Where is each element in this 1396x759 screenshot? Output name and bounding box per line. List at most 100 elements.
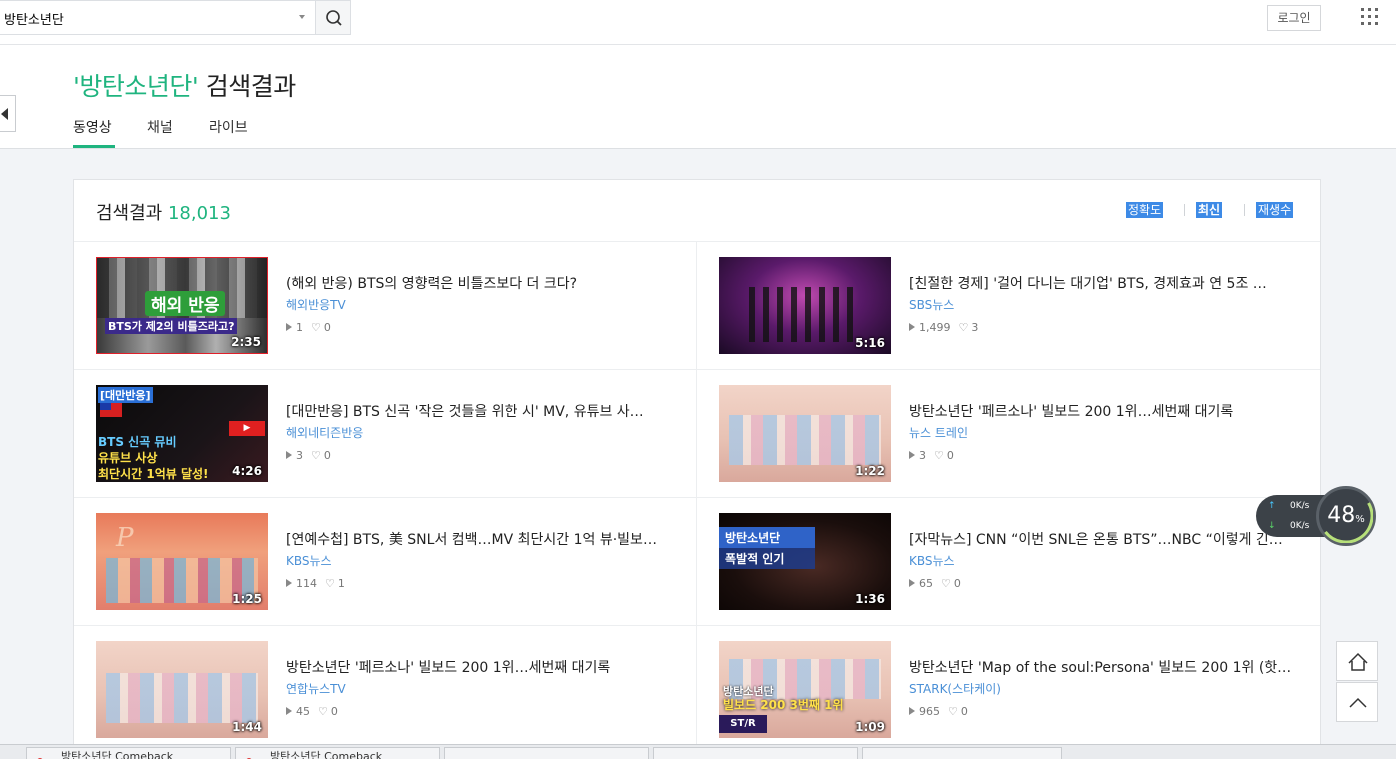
sort-accuracy[interactable]: 정확도 xyxy=(1126,202,1164,218)
thumbnail-caption: 방탄소년단 xyxy=(719,527,815,548)
video-thumbnail[interactable]: 해외 반응 BTS가 제2의 비틀즈라고? 2:35 xyxy=(96,257,268,354)
dropdown-caret-icon[interactable] xyxy=(299,15,305,19)
video-item[interactable]: 5:16 [친절한 경제] '걸어 다니는 대기업' BTS, 경제효과 연 5… xyxy=(719,257,1319,355)
like-count: 0 xyxy=(960,705,968,718)
heart-icon: ♡ xyxy=(311,321,321,334)
gauge-unit: % xyxy=(1355,514,1365,525)
video-thumbnail[interactable]: 방탄소년단 폭발적 인기 1:36 xyxy=(719,513,891,610)
taskbar-tab[interactable]: 방탄소년단 Comeback xyxy=(235,747,440,759)
video-channel[interactable]: STARK(스타케이) xyxy=(909,680,1001,697)
video-item[interactable]: P 1:25 [연예수첩] BTS, 美 SNL서 컴백…MV 최단시간 1억 … xyxy=(96,513,696,611)
video-channel[interactable]: SBS뉴스 xyxy=(909,296,954,313)
title-suffix: 검색결과 xyxy=(198,72,297,101)
search-box xyxy=(0,0,316,35)
video-item[interactable]: 방탄소년단 빌보드 200 3번째 1위 ST/R 1:09 방탄소년단 'Ma… xyxy=(719,641,1319,739)
video-title[interactable]: 방탄소년단 '페르소나' 빌보드 200 1위…세번째 대기록 xyxy=(909,401,1309,421)
search-header: '방탄소년단' 검색결과 동영상 채널 라이브 xyxy=(0,45,1396,149)
video-duration: 1:25 xyxy=(232,592,262,606)
chevron-up-icon xyxy=(1349,697,1367,708)
play-icon xyxy=(286,579,292,587)
play-icon xyxy=(909,707,915,715)
play-count: 45 xyxy=(296,705,310,718)
video-title[interactable]: [연예수첩] BTS, 美 SNL서 컴백…MV 최단시간 1억 뷰·빌보… xyxy=(286,529,686,549)
video-channel[interactable]: 뉴스 트레인 xyxy=(909,424,968,441)
video-stats: 965 ♡ 0 xyxy=(909,705,968,718)
video-channel[interactable]: 해외네티즌반응 xyxy=(286,424,363,441)
home-button[interactable] xyxy=(1336,641,1378,681)
apps-grid-icon[interactable] xyxy=(1361,8,1379,26)
tab-video[interactable]: 동영상 xyxy=(73,117,112,137)
video-item[interactable]: 방탄소년단 폭발적 인기 1:36 [자막뉴스] CNN “이번 SNL은 온통… xyxy=(719,513,1319,611)
video-stats: 3 ♡ 0 xyxy=(286,449,331,462)
video-title[interactable]: [대만반응] BTS 신곡 '작은 것들을 위한 시' MV, 유튜브 사… xyxy=(286,401,686,421)
video-channel[interactable]: 연합뉴스TV xyxy=(286,680,346,697)
tab-live[interactable]: 라이브 xyxy=(209,117,248,137)
video-title[interactable]: (해외 반응) BTS의 영향력은 비틀즈보다 더 크다? xyxy=(286,273,686,293)
taskbar-tab[interactable] xyxy=(653,747,858,759)
heart-icon: ♡ xyxy=(325,577,335,590)
browser-taskbar: 방탄소년단 Comeback 방탄소년단 Comeback xyxy=(0,744,1396,759)
sidebar-toggle-button[interactable] xyxy=(0,95,16,132)
video-item[interactable]: 1:22 방탄소년단 '페르소나' 빌보드 200 1위…세번째 대기록 뉴스 … xyxy=(719,385,1319,483)
login-button[interactable]: 로그인 xyxy=(1267,5,1321,31)
scroll-top-button[interactable] xyxy=(1336,682,1378,722)
play-icon xyxy=(286,451,292,459)
divider xyxy=(74,497,1320,498)
like-count: 0 xyxy=(323,449,331,462)
video-channel[interactable]: KBS뉴스 xyxy=(286,552,332,569)
tab-channel[interactable]: 채널 xyxy=(147,117,173,137)
broadcaster-logo-icon: ST/R xyxy=(719,715,767,733)
video-channel[interactable]: KBS뉴스 xyxy=(909,552,955,569)
video-thumbnail[interactable]: 1:22 xyxy=(719,385,891,482)
play-count: 3 xyxy=(296,449,303,462)
thumbnail-caption: 폭발적 인기 xyxy=(719,548,815,569)
heart-icon: ♡ xyxy=(958,321,969,334)
memory-gauge[interactable]: 48% xyxy=(1316,486,1376,546)
taskbar-tab[interactable]: 방탄소년단 Comeback xyxy=(26,747,231,759)
divider xyxy=(74,369,1320,370)
video-stats: 65 ♡ 0 xyxy=(909,577,961,590)
video-title[interactable]: 방탄소년단 'Map of the soul:Persona' 빌보드 200 … xyxy=(909,657,1309,677)
taskbar-tab[interactable] xyxy=(862,747,1062,759)
video-thumbnail[interactable]: [대만반응] ▶ BTS 신곡 뮤비 유튜브 사상 최단시간 1억뷰 달성! 4… xyxy=(96,385,268,482)
taskbar-tab[interactable] xyxy=(444,747,649,759)
video-thumbnail[interactable]: 5:16 xyxy=(719,257,891,354)
play-icon xyxy=(909,451,915,459)
video-thumbnail[interactable]: 1:44 xyxy=(96,641,268,738)
video-stats: 114 ♡ 1 xyxy=(286,577,345,590)
video-duration: 1:36 xyxy=(855,592,885,606)
video-title[interactable]: [자막뉴스] CNN “이번 SNL은 온통 BTS”…NBC “이렇게 긴… xyxy=(909,529,1309,549)
download-speed: 0K/s xyxy=(1290,521,1310,531)
sort-latest[interactable]: 최신 xyxy=(1196,202,1223,218)
like-count: 3 xyxy=(971,321,979,334)
video-duration: 1:22 xyxy=(855,464,885,478)
video-duration: 1:44 xyxy=(232,720,262,734)
video-title[interactable]: 방탄소년단 '페르소나' 빌보드 200 1위…세번째 대기록 xyxy=(286,657,686,677)
video-stats: 3 ♡ 0 xyxy=(909,449,954,462)
video-stats: 1 ♡ 0 xyxy=(286,321,331,334)
video-item[interactable]: [대만반응] ▶ BTS 신곡 뮤비 유튜브 사상 최단시간 1억뷰 달성! 4… xyxy=(96,385,696,483)
video-item[interactable]: 해외 반응 BTS가 제2의 비틀즈라고? 2:35 (해외 반응) BTS의 … xyxy=(96,257,696,355)
play-icon xyxy=(909,323,915,331)
sort-divider xyxy=(1244,204,1245,216)
search-input[interactable] xyxy=(4,7,284,29)
play-count: 114 xyxy=(296,577,317,590)
video-thumbnail[interactable]: 방탄소년단 빌보드 200 3번째 1위 ST/R 1:09 xyxy=(719,641,891,738)
thumbnail-image xyxy=(729,415,881,465)
page-title: '방탄소년단' 검색결과 xyxy=(73,67,296,103)
taskbar-tab-label: 방탄소년단 Comeback xyxy=(270,750,383,759)
result-count-number: 18,013 xyxy=(167,203,231,224)
like-count: 0 xyxy=(323,321,331,334)
thumbnail-caption: 빌보드 200 3번째 1위 xyxy=(723,698,844,712)
video-channel[interactable]: 해외반응TV xyxy=(286,296,346,313)
video-thumbnail[interactable]: P 1:25 xyxy=(96,513,268,610)
play-count: 1,499 xyxy=(919,321,951,334)
sort-divider xyxy=(1184,204,1185,216)
video-title[interactable]: [친절한 경제] '걸어 다니는 대기업' BTS, 경제효과 연 5조 … xyxy=(909,273,1309,293)
divider xyxy=(74,241,1320,242)
top-bar: 로그인 xyxy=(0,0,1396,45)
video-duration: 2:35 xyxy=(231,335,261,349)
search-button[interactable] xyxy=(315,0,351,35)
video-item[interactable]: 1:44 방탄소년단 '페르소나' 빌보드 200 1위…세번째 대기록 연합뉴… xyxy=(96,641,696,739)
sort-views[interactable]: 재생수 xyxy=(1256,202,1294,218)
